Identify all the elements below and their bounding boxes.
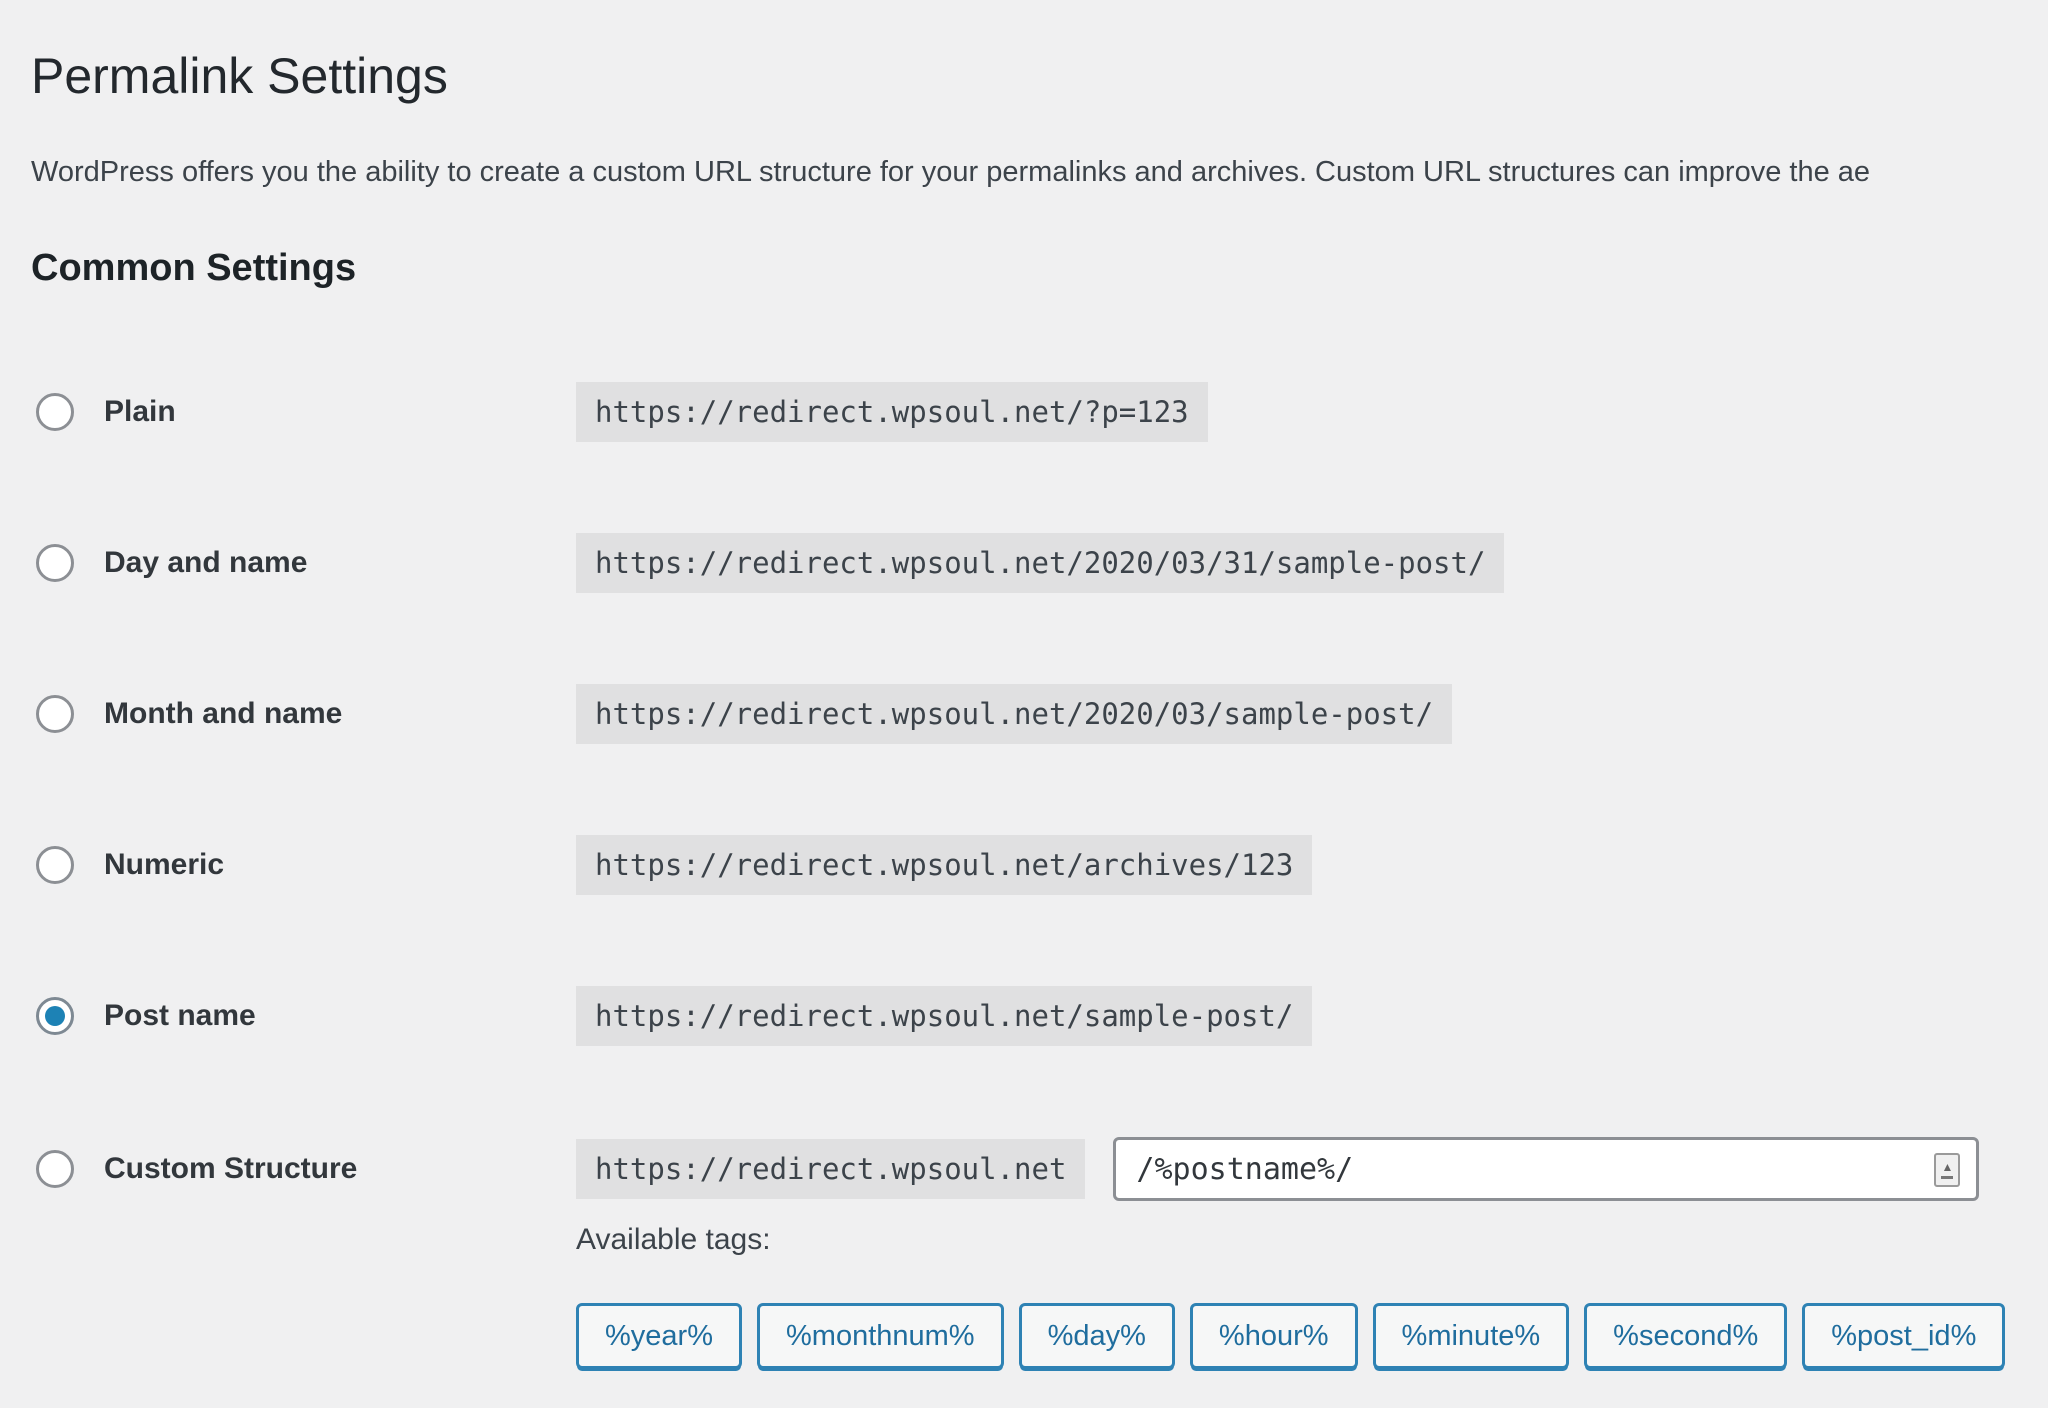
page-title: Permalink Settings (31, 46, 2048, 106)
example-url-day-and-name: https://redirect.wpsoul.net/2020/03/31/s… (576, 533, 1504, 593)
option-row-numeric: Numeric https://redirect.wpsoul.net/arch… (31, 835, 2048, 895)
option-post-name[interactable]: Post name (31, 997, 576, 1035)
option-label[interactable]: Day and name (104, 546, 307, 580)
radio-custom-structure[interactable] (36, 1150, 74, 1188)
radio-day-and-name[interactable] (36, 544, 74, 582)
permalink-options-list: Plain https://redirect.wpsoul.net/?p=123… (31, 382, 2048, 1201)
section-heading-common-settings: Common Settings (31, 247, 2048, 290)
option-day-and-name[interactable]: Day and name (31, 544, 576, 582)
option-custom-structure[interactable]: Custom Structure (31, 1150, 576, 1188)
option-numeric[interactable]: Numeric (31, 846, 576, 884)
radio-numeric[interactable] (36, 846, 74, 884)
tag-button-year[interactable]: %year% (576, 1303, 742, 1369)
tag-button-day[interactable]: %day% (1019, 1303, 1175, 1369)
available-tags-label: Available tags: (576, 1223, 2048, 1257)
example-url-plain: https://redirect.wpsoul.net/?p=123 (576, 382, 1208, 442)
example-url-month-and-name: https://redirect.wpsoul.net/2020/03/samp… (576, 684, 1452, 744)
custom-structure-field-wrapper: ▲ (1113, 1137, 1979, 1201)
option-label[interactable]: Numeric (104, 848, 224, 882)
tag-button-monthnum[interactable]: %monthnum% (757, 1303, 1004, 1369)
option-label[interactable]: Month and name (104, 697, 342, 731)
example-url-numeric: https://redirect.wpsoul.net/archives/123 (576, 835, 1312, 895)
available-tags-section: Available tags: %year% %monthnum% %day% … (576, 1223, 2048, 1369)
radio-plain[interactable] (36, 393, 74, 431)
option-row-day-and-name: Day and name https://redirect.wpsoul.net… (31, 533, 2048, 593)
option-row-month-and-name: Month and name https://redirect.wpsoul.n… (31, 684, 2048, 744)
option-plain[interactable]: Plain (31, 393, 576, 431)
input-stepper-icon[interactable]: ▲ (1934, 1153, 1960, 1187)
option-row-plain: Plain https://redirect.wpsoul.net/?p=123 (31, 382, 2048, 442)
custom-structure-input[interactable] (1116, 1152, 1886, 1187)
option-month-and-name[interactable]: Month and name (31, 695, 576, 733)
page-description: WordPress offers you the ability to crea… (31, 156, 2048, 189)
custom-structure-base-url: https://redirect.wpsoul.net (576, 1139, 1085, 1199)
radio-post-name-selected[interactable] (36, 997, 74, 1035)
tag-button-post-id[interactable]: %post_id% (1802, 1303, 2005, 1369)
option-row-post-name: Post name https://redirect.wpsoul.net/sa… (31, 986, 2048, 1046)
option-label[interactable]: Custom Structure (104, 1152, 357, 1186)
example-url-post-name: https://redirect.wpsoul.net/sample-post/ (576, 986, 1312, 1046)
tag-button-hour[interactable]: %hour% (1190, 1303, 1358, 1369)
option-row-custom-structure: Custom Structure https://redirect.wpsoul… (31, 1137, 2048, 1201)
tag-button-minute[interactable]: %minute% (1373, 1303, 1570, 1369)
available-tags-buttons: %year% %monthnum% %day% %hour% %minute% … (576, 1303, 2048, 1369)
radio-month-and-name[interactable] (36, 695, 74, 733)
tag-button-second[interactable]: %second% (1584, 1303, 1787, 1369)
option-label[interactable]: Post name (104, 999, 256, 1033)
option-label[interactable]: Plain (104, 395, 176, 429)
